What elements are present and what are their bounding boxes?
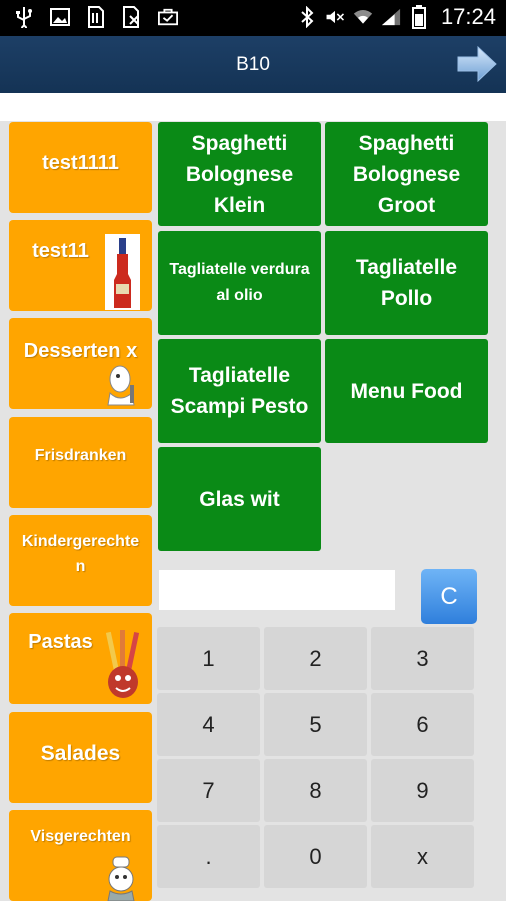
product-button[interactable]: Glas wit	[158, 447, 321, 551]
category-test11[interactable]: test11	[9, 220, 152, 311]
keypad-key-5[interactable]: 5	[264, 693, 367, 756]
product-button[interactable]: Tagliatelle Scampi Pesto	[158, 339, 321, 443]
keypad-key-8[interactable]: 8	[264, 759, 367, 822]
category-test1111[interactable]: test1111	[9, 122, 152, 213]
status-bar: 17:24	[0, 0, 506, 36]
product-label: Tagliatelle verdura al olio	[169, 261, 310, 304]
quantity-display[interactable]	[159, 570, 395, 610]
clock: 17:24	[440, 4, 496, 29]
next-arrow-button[interactable]	[456, 44, 498, 84]
keypad-key-3[interactable]: 3	[371, 627, 474, 690]
category-salades[interactable]: Salades	[9, 712, 152, 803]
battery-icon	[409, 5, 429, 29]
product-label: Spaghetti Bolognese Groot	[352, 131, 461, 217]
keypad-key-multiply[interactable]: x	[371, 825, 474, 888]
category-label: test11	[32, 240, 89, 262]
category-label: Frisdranken	[34, 447, 127, 464]
arrow-right-icon	[457, 45, 497, 83]
usb-icon	[14, 6, 34, 28]
category-label: Visgerechten	[30, 828, 131, 845]
keypad-key-0[interactable]: 0	[264, 825, 367, 888]
category-frisdranken[interactable]: Frisdranken	[9, 417, 152, 508]
product-button[interactable]: Tagliatelle Pollo	[325, 231, 488, 335]
signal-icon	[381, 6, 401, 28]
table-title: B10	[236, 54, 270, 75]
keypad-key-6[interactable]: 6	[371, 693, 474, 756]
category-pastas[interactable]: Pastas	[9, 613, 152, 704]
product-button[interactable]: Tagliatelle verdura al olio	[158, 231, 321, 335]
keypad-key-1[interactable]: 1	[157, 627, 260, 690]
category-kindergerechten[interactable]: Kindergerechten	[9, 515, 152, 606]
category-label: test1111	[42, 152, 119, 174]
category-label: Salades	[40, 742, 121, 765]
clear-button[interactable]: C	[421, 569, 477, 624]
product-label: Tagliatelle Scampi Pesto	[170, 364, 309, 418]
product-label: Tagliatelle Pollo	[355, 256, 458, 310]
fish-chef-image-icon	[107, 856, 135, 901]
category-desserten[interactable]: Desserten x	[9, 318, 152, 409]
keypad-key-9[interactable]: 9	[371, 759, 474, 822]
sim-icon	[86, 6, 106, 28]
system-icons: 17:24	[297, 4, 496, 30]
briefcase-icon	[158, 6, 178, 28]
keypad-key-7[interactable]: 7	[157, 759, 260, 822]
product-button[interactable]: Spaghetti Bolognese Groot	[325, 122, 488, 226]
category-label: Pastas	[28, 631, 93, 653]
pasta-image-icon	[106, 630, 140, 698]
dessert-image-icon	[107, 365, 135, 406]
image-icon	[50, 6, 70, 28]
product-label: Menu Food	[350, 379, 463, 403]
mute-icon	[325, 6, 345, 28]
product-label: Glas wit	[199, 487, 280, 511]
category-label: Kindergerechten	[21, 533, 140, 575]
main-content: test1111 test11 Desserten x Frisdranken …	[0, 121, 506, 901]
keypad-key-decimal[interactable]: .	[157, 825, 260, 888]
keypad-key-2[interactable]: 2	[264, 627, 367, 690]
category-visgerechten[interactable]: Visgerechten	[9, 810, 152, 901]
keypad-key-4[interactable]: 4	[157, 693, 260, 756]
no-sim-icon	[122, 6, 142, 28]
product-label: Spaghetti Bolognese Klein	[185, 131, 294, 217]
product-button[interactable]: Menu Food	[325, 339, 488, 443]
bottle-image-icon	[105, 234, 140, 310]
product-button[interactable]: Spaghetti Bolognese Klein	[158, 122, 321, 226]
wifi-icon	[353, 6, 373, 28]
notification-icons	[14, 6, 178, 28]
bluetooth-icon	[297, 6, 317, 28]
title-bar: B10	[0, 36, 506, 93]
order-info-bar	[0, 93, 506, 121]
